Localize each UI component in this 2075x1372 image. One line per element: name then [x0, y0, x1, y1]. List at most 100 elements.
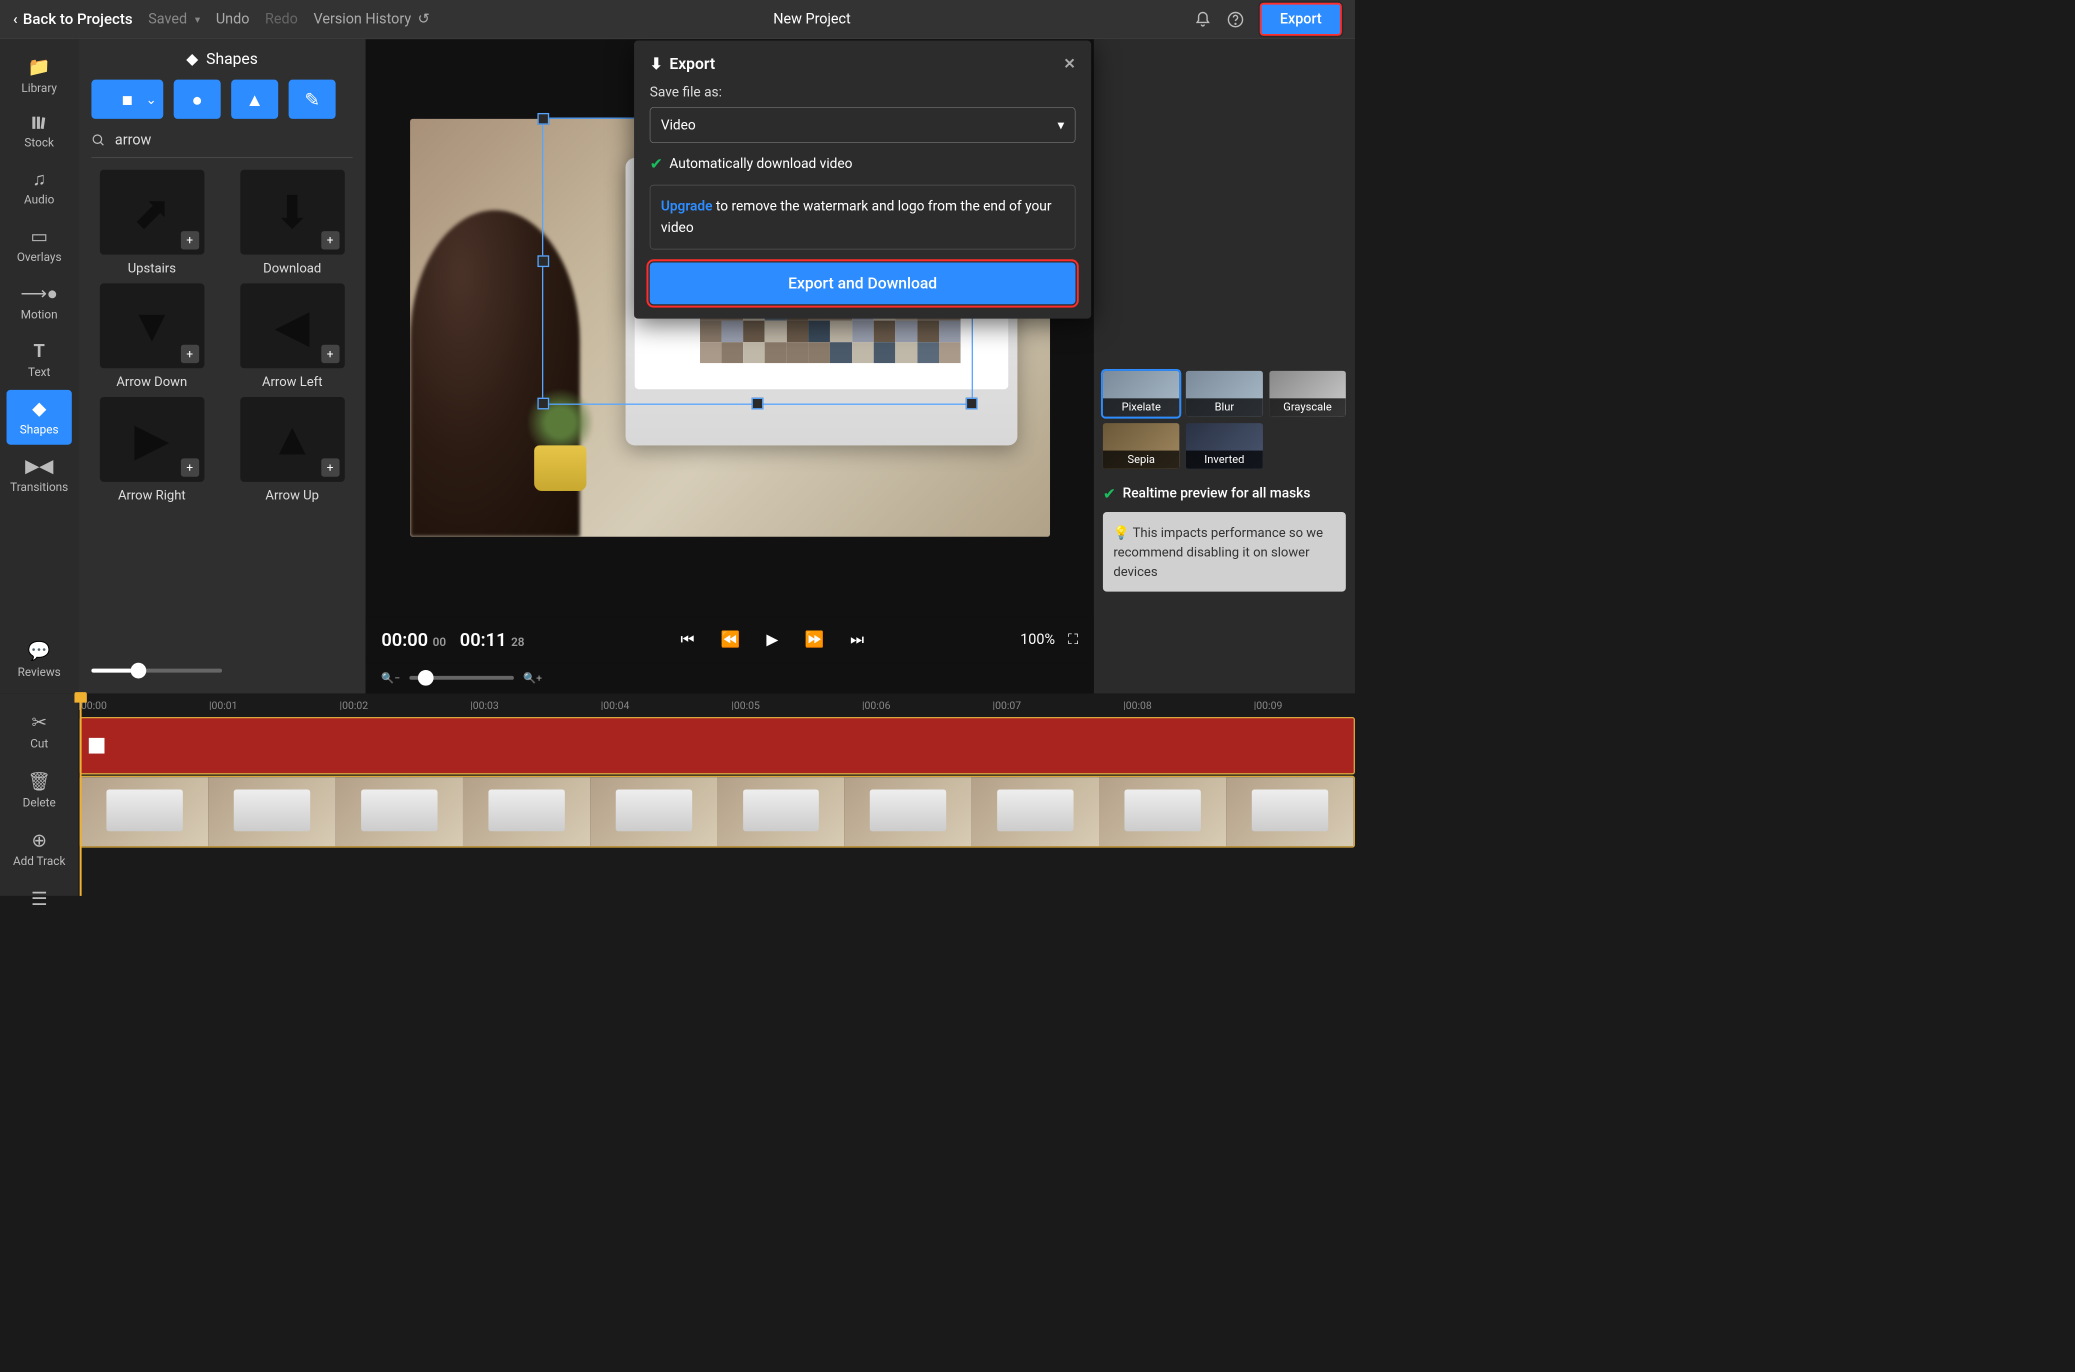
notifications-icon[interactable]: [1194, 11, 1211, 28]
nav-text[interactable]: TText: [7, 332, 72, 387]
undo-button[interactable]: Undo: [216, 11, 250, 27]
nav-overlays[interactable]: ▭Overlays: [7, 217, 72, 272]
back-to-projects[interactable]: ‹ Back to Projects: [13, 10, 133, 28]
add-icon[interactable]: +: [181, 458, 199, 476]
nav-audio[interactable]: ♫Audio: [7, 160, 72, 215]
ruler[interactable]: |00:00|00:01|00:02|00:03|00:04|00:05|00:…: [78, 693, 1355, 717]
nav-stock[interactable]: Stock: [7, 106, 72, 158]
filter-blur[interactable]: Blur: [1186, 371, 1263, 417]
nav-library[interactable]: 📁Library: [7, 48, 72, 103]
zoom-in-icon[interactable]: 🔍+: [523, 672, 542, 684]
add-track-icon: ⊕: [32, 829, 47, 851]
shape-arrow-right[interactable]: ▶+: [100, 397, 204, 482]
shapes-title-icon: ◆: [186, 50, 198, 68]
shape-upstairs[interactable]: ⬈+: [100, 170, 204, 255]
shape-download[interactable]: ⬇+: [240, 170, 344, 255]
right-panel: Pixelate Blur Grayscale Sepia Inverted ✔…: [1094, 39, 1355, 693]
shape-tool-circle[interactable]: ●: [174, 80, 221, 119]
filter-pixelate[interactable]: Pixelate: [1103, 371, 1180, 417]
zoom-percent[interactable]: 100%: [1020, 631, 1055, 647]
upsell-box: Upgrade to remove the watermark and logo…: [650, 185, 1076, 250]
download-icon: ⬇: [650, 55, 663, 73]
nav-shapes[interactable]: ◆Shapes: [7, 390, 72, 445]
shape-tool-triangle[interactable]: ▲: [231, 80, 278, 119]
forward-icon[interactable]: ⏩: [805, 630, 825, 648]
export-button[interactable]: Export: [1260, 3, 1342, 36]
filter-grayscale[interactable]: Grayscale: [1269, 371, 1346, 417]
timeline-layers[interactable]: ☰: [7, 880, 72, 917]
play-icon[interactable]: ▶: [766, 630, 778, 648]
add-icon[interactable]: +: [321, 458, 339, 476]
search-icon: [91, 133, 105, 147]
saved-chevron-icon[interactable]: ▾: [195, 13, 200, 25]
fullscreen-icon[interactable]: ⛶: [1068, 631, 1078, 647]
rewind-icon[interactable]: ⏪: [721, 630, 741, 648]
playhead[interactable]: [80, 693, 82, 895]
close-icon[interactable]: ✕: [1063, 56, 1075, 72]
add-icon[interactable]: +: [321, 231, 339, 249]
shape-tool-square[interactable]: ■: [91, 80, 163, 119]
transitions-icon: ▶◀: [25, 455, 53, 477]
hint-box: 💡 This impacts performance so we recomme…: [1103, 512, 1346, 592]
timeline-zoom-slider[interactable]: [409, 676, 513, 680]
zoom-out-icon[interactable]: 🔍−: [381, 672, 400, 684]
export-download-button[interactable]: Export and Download: [650, 263, 1076, 305]
music-icon: ♫: [32, 168, 46, 190]
trash-icon: 🗑: [28, 771, 51, 793]
shapes-search-input[interactable]: [115, 132, 353, 148]
check-icon[interactable]: ✔: [650, 155, 663, 173]
redo-button[interactable]: Redo: [265, 11, 298, 27]
timeline-add-track[interactable]: ⊕Add Track: [7, 821, 72, 876]
left-nav: 📁Library Stock ♫Audio ▭Overlays ⟶●Motion…: [0, 39, 78, 693]
back-label: Back to Projects: [23, 10, 133, 28]
realtime-label: Realtime preview for all masks: [1123, 486, 1311, 502]
timeline: ✂Cut 🗑Delete ⊕Add Track ☰ |00:00|00:01|0…: [0, 693, 1355, 895]
panel-title: ◆Shapes: [91, 50, 352, 68]
topbar: ‹ Back to Projects Saved ▾ Undo Redo Ver…: [0, 0, 1355, 39]
project-title[interactable]: New Project: [773, 11, 850, 27]
shapes-panel: ◆Shapes ■ ● ▲ ✎ ⬈+Upstairs ⬇+Download ▼+…: [78, 39, 365, 693]
books-icon: [30, 114, 48, 132]
folder-icon: 📁: [28, 56, 51, 78]
timeline-delete[interactable]: 🗑Delete: [7, 763, 72, 818]
history-icon: ↺: [418, 11, 430, 27]
thumbnail-zoom-slider[interactable]: [91, 658, 352, 683]
add-icon[interactable]: +: [181, 231, 199, 249]
shapes-icon: ◆: [32, 398, 46, 420]
shape-arrow-up[interactable]: ▲+: [240, 397, 344, 482]
export-type-select[interactable]: Video▾: [650, 107, 1076, 143]
history-label: Version History: [314, 11, 412, 27]
skip-end-icon[interactable]: ⏭: [850, 630, 864, 648]
filter-sepia[interactable]: Sepia: [1103, 423, 1180, 469]
chevron-left-icon: ‹: [13, 10, 18, 28]
add-icon[interactable]: +: [181, 345, 199, 363]
motion-icon: ⟶●: [21, 283, 58, 305]
export-panel-title: Export: [669, 55, 715, 73]
mask-track[interactable]: [80, 717, 1355, 774]
nav-motion[interactable]: ⟶●Motion: [7, 275, 72, 330]
shape-arrow-left[interactable]: ◀+: [240, 283, 344, 368]
save-as-label: Save file as:: [650, 85, 1076, 101]
help-icon[interactable]: [1227, 11, 1244, 28]
layers-icon: ☰: [31, 888, 47, 910]
add-icon[interactable]: +: [321, 345, 339, 363]
check-icon[interactable]: ✔: [1103, 485, 1116, 503]
version-history-button[interactable]: Version History ↺: [314, 11, 430, 27]
export-panel: ⬇ Export ✕ Save file as: Video▾ ✔ Automatic…: [634, 40, 1091, 318]
text-icon: T: [34, 340, 45, 362]
timecode: 00:00 00 00:11 28: [381, 629, 524, 651]
filter-inverted[interactable]: Inverted: [1186, 423, 1263, 469]
shape-tool-draw[interactable]: ✎: [289, 80, 336, 119]
timeline-cut[interactable]: ✂Cut: [7, 704, 72, 759]
chat-icon: 💬: [28, 640, 51, 662]
auto-download-label: Automatically download video: [669, 156, 852, 172]
skip-start-icon[interactable]: ⏮: [680, 630, 694, 648]
shape-arrow-down[interactable]: ▼+: [100, 283, 204, 368]
upgrade-link[interactable]: Upgrade: [661, 199, 713, 215]
track-clip-handle[interactable]: [89, 738, 105, 754]
nav-reviews[interactable]: 💬Reviews: [7, 632, 72, 687]
overlay-icon: ▭: [31, 225, 48, 247]
nav-transitions[interactable]: ▶◀Transitions: [7, 447, 72, 502]
preview-area: ⬇ Export ✕ Save file as: Video▾ ✔ Automatic…: [366, 39, 1094, 693]
video-track[interactable]: [80, 776, 1355, 848]
